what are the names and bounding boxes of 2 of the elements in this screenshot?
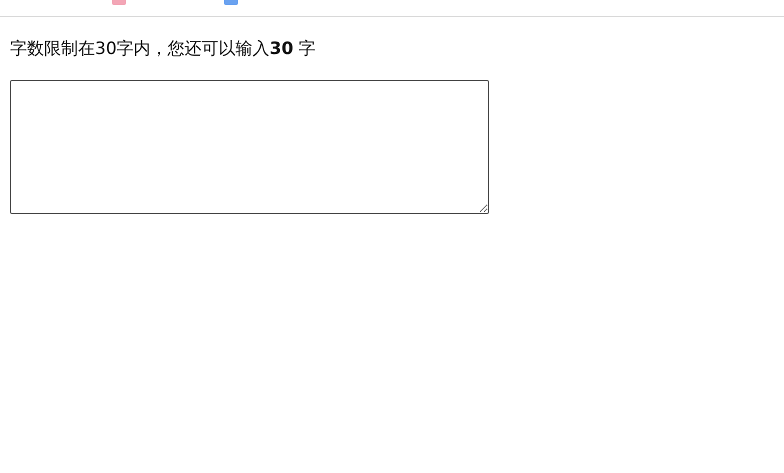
text-input-area[interactable] bbox=[10, 80, 489, 214]
character-limit-notice: 字数限制在30字内，您还可以输入30 字 bbox=[10, 38, 316, 60]
